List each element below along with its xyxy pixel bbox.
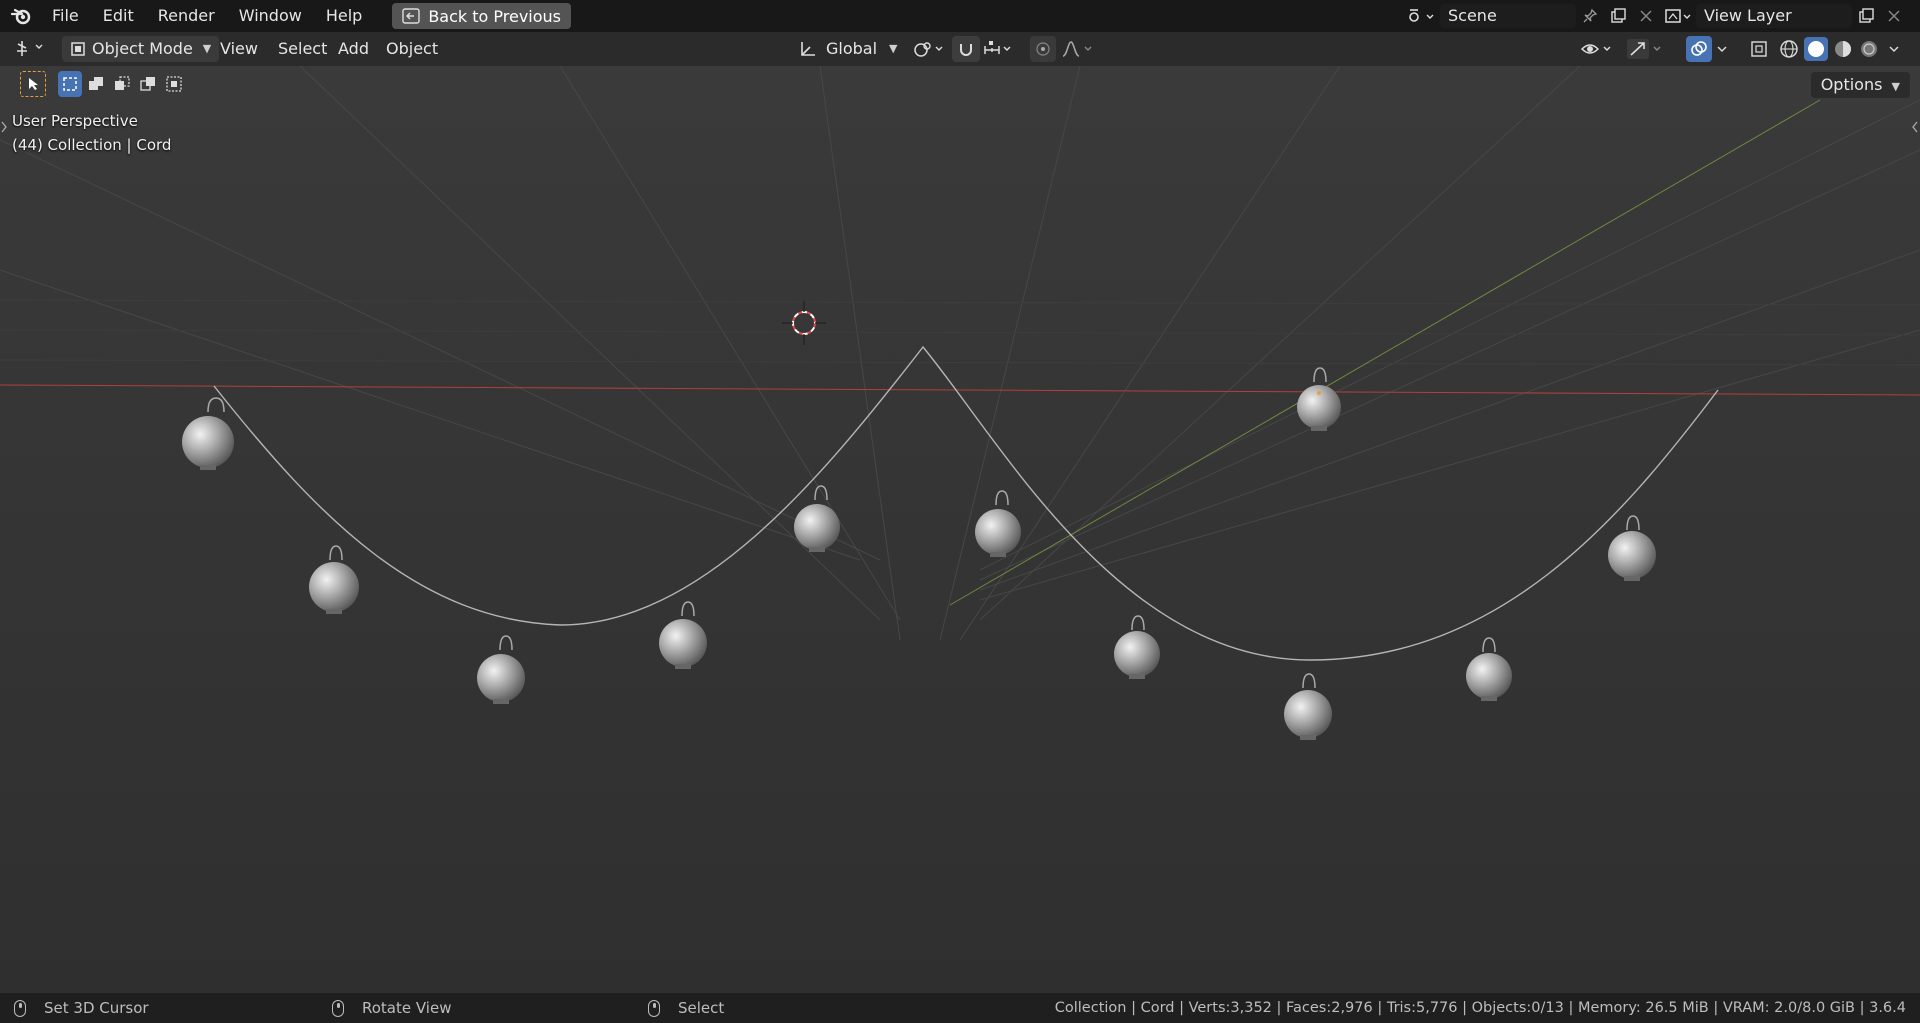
select-invert-icon xyxy=(140,77,155,91)
select-set-icon xyxy=(63,77,77,91)
chevron-down-icon: ▼ xyxy=(202,42,212,55)
chevron-down-icon: ▼ xyxy=(1891,80,1900,93)
falloff-dropdown[interactable] xyxy=(1060,36,1096,62)
options-dropdown[interactable]: Options ▼ xyxy=(1810,72,1910,98)
scene-type-icon[interactable] xyxy=(1400,3,1440,29)
select-subtract-button[interactable] xyxy=(110,71,134,97)
select-intersect-button[interactable] xyxy=(162,71,186,97)
menu-add[interactable]: Add xyxy=(338,36,369,62)
menu-help[interactable]: Help xyxy=(314,0,374,32)
shading-dropdown[interactable] xyxy=(1888,36,1906,62)
solid-shading-button[interactable] xyxy=(1804,37,1828,61)
xray-toggle[interactable] xyxy=(1746,36,1772,62)
transform-orientation-icon xyxy=(801,42,815,56)
mouse-right-icon xyxy=(648,999,660,1017)
back-button-label: Back to Previous xyxy=(428,6,562,26)
back-arrow-icon xyxy=(402,8,421,24)
new-scene-icon[interactable] xyxy=(1604,3,1632,29)
magnet-icon xyxy=(960,44,972,56)
status-hint-middle: Rotate View xyxy=(332,993,451,1023)
cursor-arrow-icon xyxy=(29,78,38,90)
view-layer-field[interactable]: View Layer xyxy=(1696,4,1852,28)
orientation-label: Global xyxy=(826,39,878,58)
viewport-3d[interactable] xyxy=(0,66,1920,993)
mouse-middle-icon xyxy=(332,999,344,1017)
chevron-down-icon xyxy=(1889,46,1899,52)
select-invert-button[interactable] xyxy=(136,71,160,97)
delete-scene-icon[interactable] xyxy=(1632,3,1660,29)
menu-file[interactable]: File xyxy=(40,0,91,32)
snap-target-dropdown[interactable] xyxy=(982,36,1016,62)
menu-object[interactable]: Object xyxy=(386,36,438,62)
new-view-layer-icon[interactable] xyxy=(1852,3,1880,29)
proportional-edit-toggle[interactable] xyxy=(1030,36,1056,62)
select-set-button[interactable] xyxy=(58,71,82,97)
object-mode-icon xyxy=(71,42,85,56)
status-hint-middle-label: Rotate View xyxy=(362,999,452,1017)
scene-name-field[interactable]: Scene xyxy=(1440,4,1576,28)
chevron-down-icon xyxy=(1717,46,1727,52)
wireframe-shading-icon[interactable] xyxy=(1778,38,1800,60)
status-hint-right-label: Select xyxy=(678,999,725,1017)
status-hint-left-label: Set 3D Cursor xyxy=(44,999,149,1017)
menu-select[interactable]: Select xyxy=(278,36,327,62)
editor-type-button[interactable] xyxy=(14,36,54,62)
view-layer-icon[interactable] xyxy=(1660,3,1696,29)
material-shading-icon[interactable] xyxy=(1832,38,1854,60)
menu-render[interactable]: Render xyxy=(146,0,227,32)
mode-label: Object Mode xyxy=(92,39,193,58)
view-layer-selector: View Layer xyxy=(1660,3,1908,29)
options-label: Options xyxy=(1820,75,1883,94)
proportional-edit-icon xyxy=(1036,42,1050,56)
viewport-collection-label: (44) Collection | Cord xyxy=(12,136,172,154)
gizmo-toggle[interactable] xyxy=(1626,36,1664,62)
visibility-dropdown[interactable] xyxy=(1580,36,1616,62)
select-subtract-icon xyxy=(115,76,130,90)
viewport-perspective-label: User Perspective xyxy=(12,112,138,130)
solid-shading-icon xyxy=(1808,41,1824,57)
menu-edit[interactable]: Edit xyxy=(91,0,146,32)
tool-settings-row xyxy=(0,66,1920,102)
pin-icon[interactable] xyxy=(1576,3,1604,29)
overlays-toggle[interactable] xyxy=(1686,36,1712,62)
shading-modes xyxy=(1778,36,1882,62)
scene-statistics: Collection | Cord | Verts:3,352 | Faces:… xyxy=(1054,1000,1906,1016)
pivot-point-button[interactable] xyxy=(912,36,946,62)
eye-icon xyxy=(1580,44,1611,54)
snap-toggle[interactable] xyxy=(952,36,980,62)
select-extend-icon xyxy=(89,77,103,90)
select-extend-button[interactable] xyxy=(84,71,108,97)
overlays-dropdown[interactable] xyxy=(1716,36,1734,62)
rendered-shading-icon[interactable] xyxy=(1858,38,1880,60)
snap-increment-icon xyxy=(984,41,1011,54)
back-to-previous-button[interactable]: Back to Previous xyxy=(392,3,572,29)
select-intersect-icon xyxy=(166,76,182,92)
status-hint-right: Select xyxy=(648,993,724,1023)
falloff-curve-icon xyxy=(1062,41,1092,57)
viewport-header: Object Mode ▼ View Select Add Object Glo… xyxy=(0,32,1920,66)
blender-logo-icon[interactable] xyxy=(4,0,40,32)
xray-icon xyxy=(1751,41,1767,57)
scene-selector: Scene xyxy=(1400,3,1660,29)
orientation-dropdown[interactable]: Global ▼ xyxy=(798,36,898,62)
delete-view-layer-icon[interactable] xyxy=(1880,3,1908,29)
gizmo-icon xyxy=(1627,39,1661,59)
status-hint-left: Set 3D Cursor xyxy=(14,993,149,1023)
status-bar: Set 3D Cursor Rotate View Select Collect… xyxy=(0,993,1920,1023)
active-tool-button[interactable] xyxy=(20,71,46,97)
chevron-down-icon: ▼ xyxy=(889,42,898,55)
selection-mode-group xyxy=(58,71,186,97)
editor-type-icon xyxy=(17,41,43,56)
mode-dropdown[interactable]: Object Mode ▼ xyxy=(62,36,220,62)
menu-window[interactable]: Window xyxy=(227,0,314,32)
mouse-left-icon xyxy=(14,999,26,1017)
menu-view[interactable]: View xyxy=(220,36,258,62)
overlays-icon xyxy=(1691,41,1707,56)
pivot-point-icon xyxy=(914,42,943,57)
